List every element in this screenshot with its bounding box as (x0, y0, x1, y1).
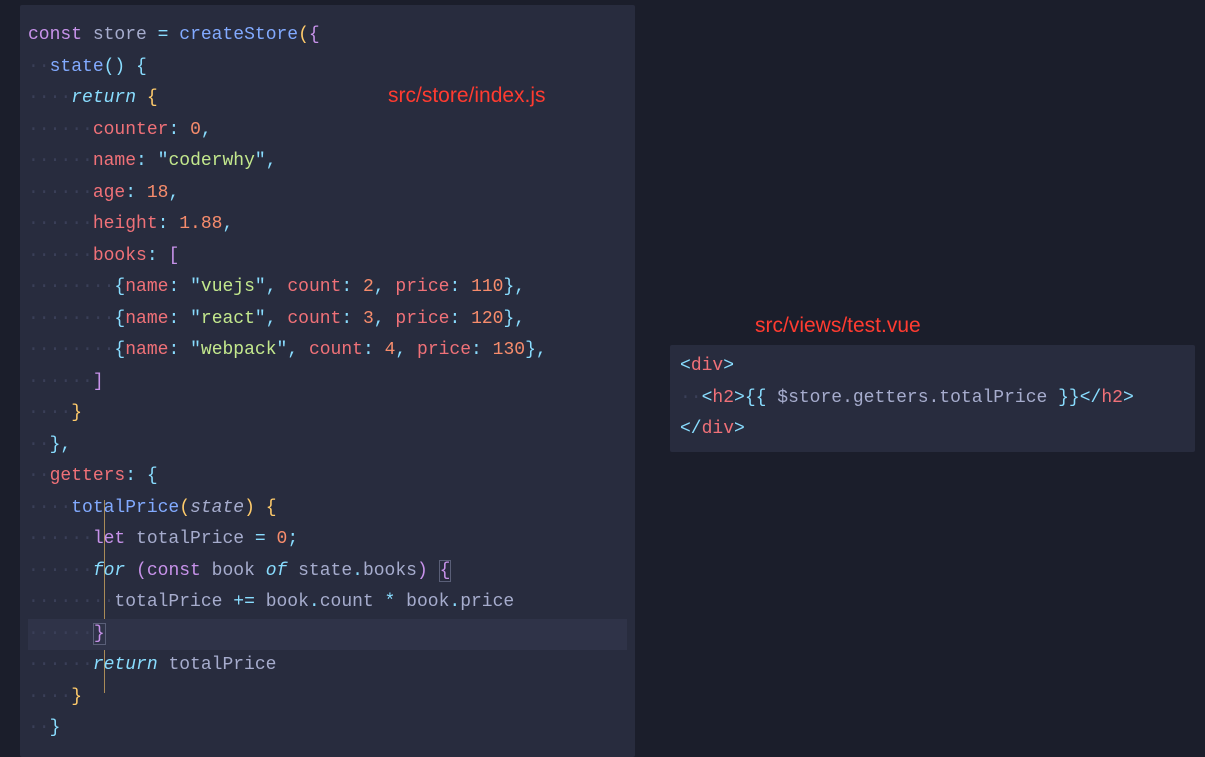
code-line[interactable]: <div> (680, 351, 1185, 383)
code-line[interactable]: ····} (28, 682, 627, 714)
code-line[interactable]: ····totalPrice(state) { (28, 493, 627, 525)
code-panel-left: const store = createStore({ ··state() { … (20, 5, 635, 757)
code-line[interactable]: ··<h2>{{ $store.getters.totalPrice }}</h… (680, 383, 1185, 415)
code-line[interactable]: ········totalPrice += book.count * book.… (28, 587, 627, 619)
code-line[interactable]: ······] (28, 367, 627, 399)
file-label-left: src/store/index.js (388, 78, 546, 115)
code-line[interactable]: ··}, (28, 430, 627, 462)
code-line[interactable]: ········{name: "vuejs", count: 2, price:… (28, 272, 627, 304)
code-panel-right: <div> ··<h2>{{ $store.getters.totalPrice… (670, 345, 1195, 452)
code-line[interactable]: ······for (const book of state.books) { (28, 556, 627, 588)
code-line[interactable]: ··} (28, 713, 627, 745)
code-line[interactable]: ······let totalPrice = 0; (28, 524, 627, 556)
code-line[interactable]: ······return totalPrice (28, 650, 627, 682)
code-line[interactable]: ······name: "coderwhy", (28, 146, 627, 178)
code-line[interactable]: ······books: [ (28, 241, 627, 273)
code-line[interactable]: ········{name: "webpack", count: 4, pric… (28, 335, 627, 367)
code-line[interactable]: ······age: 18, (28, 178, 627, 210)
code-line[interactable]: ····} (28, 398, 627, 430)
code-line[interactable]: </div> (680, 414, 1185, 446)
code-line[interactable]: ··getters: { (28, 461, 627, 493)
code-line[interactable]: ······height: 1.88, (28, 209, 627, 241)
file-label-right: src/views/test.vue (755, 308, 921, 345)
code-line[interactable]: ······counter: 0, (28, 115, 627, 147)
code-line[interactable]: ········{name: "react", count: 3, price:… (28, 304, 627, 336)
code-line[interactable]: const store = createStore({ (28, 20, 627, 52)
code-line-active[interactable]: ······} (28, 619, 627, 651)
